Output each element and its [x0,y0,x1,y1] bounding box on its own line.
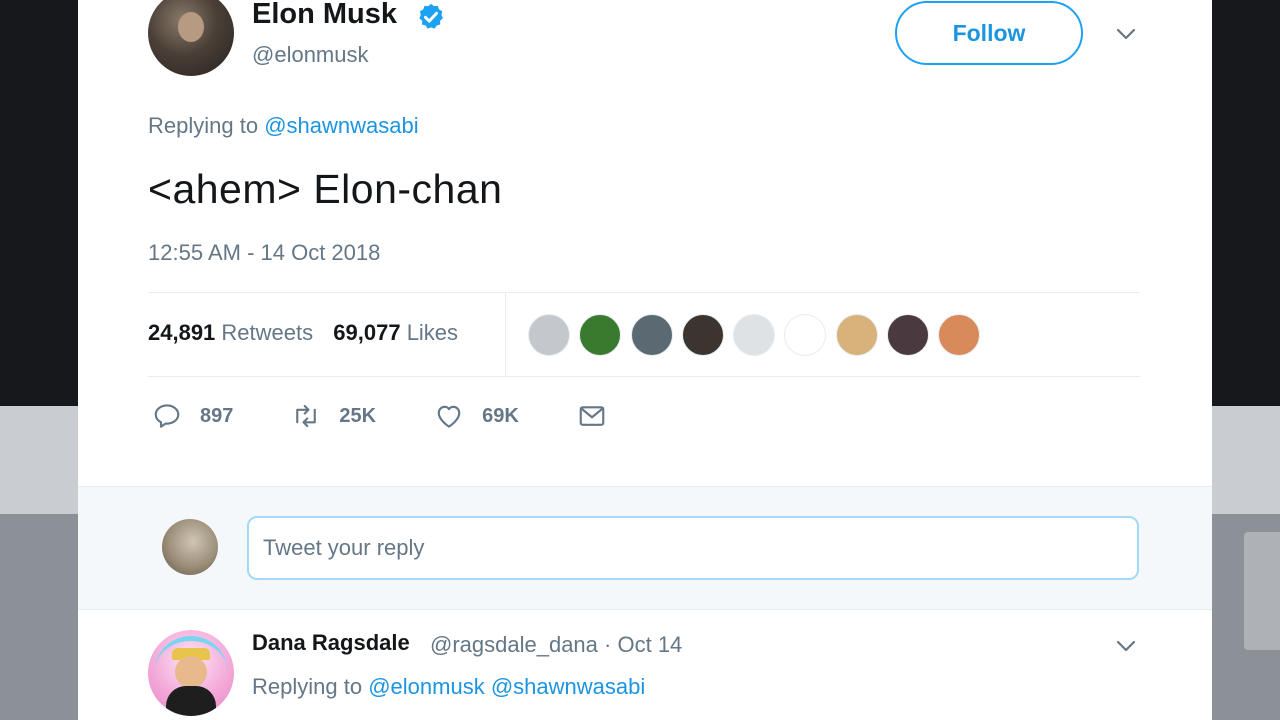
meta-separator: · [604,632,612,657]
retweet-button[interactable]: 25K [291,401,376,431]
like-button[interactable]: 69K [434,401,519,431]
replying-to: Replying to @shawnwasabi [148,113,419,139]
divider [148,376,1140,377]
reply-composer: Tweet your reply [78,486,1212,610]
author-name[interactable]: Elon Musk [252,0,397,31]
envelope-icon [579,406,605,426]
reply-author-avatar[interactable] [148,630,234,716]
direct-message-button[interactable] [577,401,607,431]
divider [505,293,506,376]
mention-link[interactable]: @elonmusk [368,674,485,699]
reply-date[interactable]: Oct 14 [617,632,682,657]
liker-avatar[interactable] [733,314,776,356]
liker-avatar[interactable] [630,314,673,356]
retweet-icon [296,404,317,428]
like-count: 69,077 [333,320,401,345]
mention-link[interactable]: @shawnwasabi [491,674,645,699]
replying-to-label: Replying to [148,113,259,138]
liker-avatar[interactable] [938,314,981,356]
liker-avatar[interactable] [887,314,930,356]
mention-link[interactable]: @shawnwasabi [264,113,418,138]
tweet-text: <ahem> Elon-chan [148,166,503,212]
tweet-stats: 24,891 Retweets 69,077 Likes [148,320,458,346]
retweet-stat[interactable]: 24,891 Retweets [148,320,313,345]
liker-avatar[interactable] [835,314,878,356]
like-stat[interactable]: 69,077 Likes [333,320,458,345]
verified-badge-icon [419,3,443,29]
author-handle[interactable]: @elonmusk [252,42,369,68]
liker-avatar[interactable] [681,314,724,356]
like-action-count: 69K [482,404,519,427]
divider [148,292,1140,293]
tweet-modal: Elon Musk @elonmusk Follow Replying to @… [78,0,1212,720]
retweet-count: 24,891 [148,320,216,345]
reply-icon [154,404,180,428]
current-user-avatar [162,519,218,575]
liker-avatars [528,314,990,356]
dimmed-background-element [1244,532,1280,650]
retweet-label: Retweets [221,320,314,345]
tweet-timestamp[interactable]: 12:55 AM - 14 Oct 2018 [148,240,380,266]
replying-to-label: Replying to [252,674,363,699]
reply-button[interactable]: 897 [152,401,233,431]
retweet-action-count: 25K [339,404,377,427]
liker-avatar[interactable] [528,314,570,356]
author-avatar[interactable] [148,0,234,76]
like-label: Likes [406,320,459,345]
reply-author-handle[interactable]: @ragsdale_dana [430,632,598,657]
reply-meta: @ragsdale_dana · Oct 14 [430,632,682,658]
reply-input[interactable]: Tweet your reply [247,516,1139,580]
reply-replying-to: Replying to @elonmusk @shawnwasabi [252,674,645,700]
tweet-actions: 897 25K 69K [152,401,665,431]
reply-author-name[interactable]: Dana Ragsdale [252,630,410,656]
reply-count: 897 [200,404,234,427]
liker-avatar[interactable] [579,314,622,356]
follow-button[interactable]: Follow [895,1,1083,65]
liker-avatar[interactable] [784,314,827,356]
chevron-down-icon[interactable] [1114,634,1138,658]
chevron-down-icon[interactable] [1114,22,1138,46]
heart-icon [437,405,461,428]
